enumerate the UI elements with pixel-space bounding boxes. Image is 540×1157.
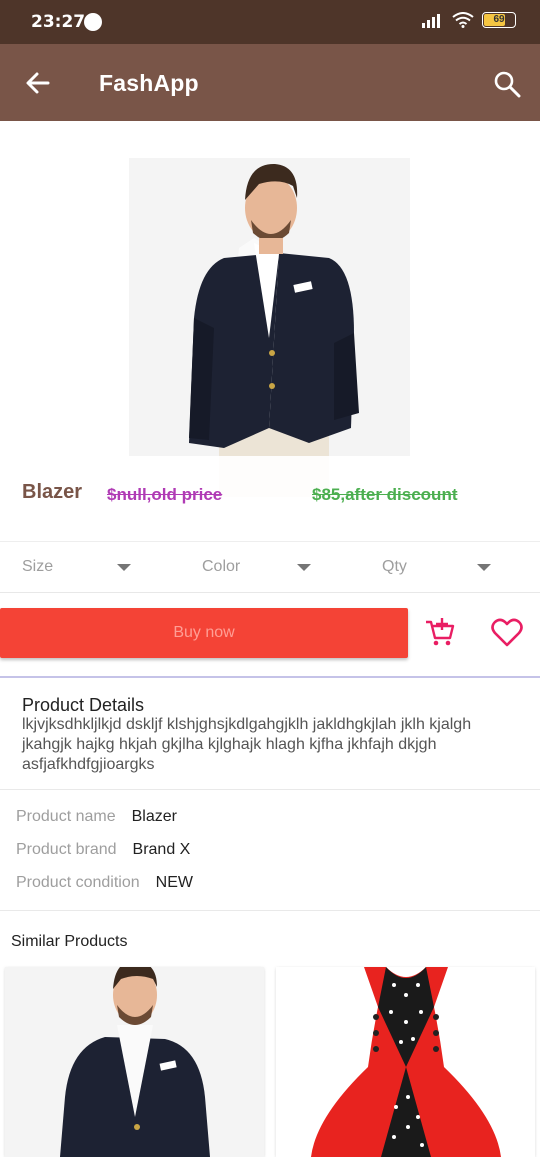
dropdown-caret-icon xyxy=(297,564,311,571)
add-to-cart-button[interactable] xyxy=(424,616,456,648)
product-title-row: Blazer $null,old price $85,after discoun… xyxy=(0,456,540,538)
qty-label: Qty xyxy=(382,558,407,575)
section-divider xyxy=(0,676,540,678)
search-button[interactable] xyxy=(492,69,522,99)
wifi-icon xyxy=(452,12,474,28)
size-dropdown[interactable]: Size xyxy=(22,542,132,592)
details-description: lkjvjksdhkljlkjd dskljf klshjghsjkdlgahg… xyxy=(22,716,472,773)
qty-dropdown[interactable]: Qty xyxy=(382,542,492,592)
option-selectors: Size Color Qty xyxy=(0,541,540,593)
buy-now-button[interactable]: Buy now xyxy=(0,608,408,658)
similar-product-image xyxy=(5,967,264,1157)
info-row-name: Product name Blazer xyxy=(16,808,177,826)
similar-products-title: Similar Products xyxy=(11,933,128,950)
notification-icon xyxy=(84,13,102,31)
info-value: NEW xyxy=(155,874,193,891)
divider xyxy=(0,789,540,790)
app-title: FashApp xyxy=(99,70,199,96)
old-price: $null,old price xyxy=(107,485,223,504)
product-name: Blazer xyxy=(22,481,83,503)
dropdown-caret-icon xyxy=(117,564,131,571)
status-time: 23:27 xyxy=(31,12,86,32)
similar-product-card[interactable] xyxy=(276,967,535,1157)
similar-product-image xyxy=(276,967,535,1157)
heart-outline-icon xyxy=(491,618,523,647)
status-icons: 69 xyxy=(422,12,516,28)
back-button[interactable] xyxy=(22,68,54,98)
app-bar: FashApp xyxy=(0,44,540,121)
search-icon xyxy=(494,71,521,98)
battery-icon: 69 xyxy=(482,12,516,28)
status-bar: 23:27 69 xyxy=(0,0,540,44)
color-label: Color xyxy=(202,558,241,575)
dropdown-caret-icon xyxy=(477,564,491,571)
info-row-brand: Product brand Brand X xyxy=(16,841,190,859)
info-label: Product condition xyxy=(16,874,140,891)
divider xyxy=(0,910,540,911)
info-label: Product brand xyxy=(16,841,117,858)
battery-level: 69 xyxy=(493,14,505,25)
discounted-price: $85,after discount xyxy=(312,485,458,504)
product-image xyxy=(129,158,410,497)
similar-product-card[interactable] xyxy=(5,967,264,1157)
favorite-button[interactable] xyxy=(491,618,523,648)
back-arrow-icon xyxy=(26,72,50,94)
size-label: Size xyxy=(22,558,54,575)
color-dropdown[interactable]: Color xyxy=(202,542,312,592)
info-value: Blazer xyxy=(131,808,177,825)
details-title: Product Details xyxy=(22,695,145,715)
info-label: Product name xyxy=(16,808,116,825)
add-to-cart-icon xyxy=(426,618,455,646)
info-row-condition: Product condition NEW xyxy=(16,874,193,892)
signal-icon xyxy=(422,14,440,28)
info-value: Brand X xyxy=(132,841,191,858)
